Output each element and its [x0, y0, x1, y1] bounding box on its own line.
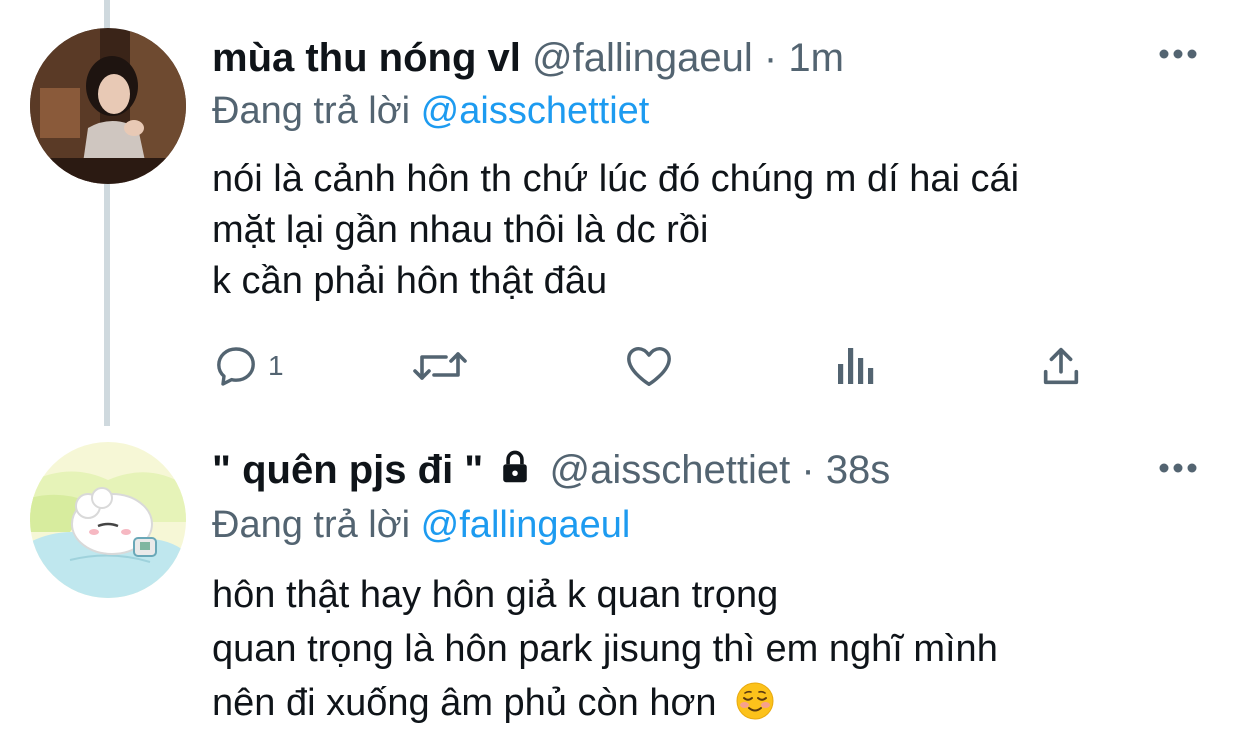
tweet-text-line: nói là cảnh hôn th chứ lúc đó chúng m dí… — [212, 158, 1020, 200]
display-name[interactable]: " quên pjs đi " — [212, 448, 483, 492]
tweet-header: " quên pjs đi " @aisschettiet · 38s — [212, 446, 890, 494]
analytics-button[interactable] — [834, 340, 878, 392]
smiling-face-emoji — [736, 682, 774, 720]
meta-separator: · — [763, 36, 778, 80]
tweet-text-line: nên đi xuống âm phủ còn hơn — [212, 682, 717, 724]
more-icon[interactable] — [1158, 48, 1198, 60]
share-button[interactable] — [1038, 340, 1084, 392]
replying-to: Đang trả lời @fallingaeul — [212, 502, 630, 548]
replying-to-mention[interactable]: @aisschettiet — [421, 90, 650, 132]
replying-to: Đang trả lời @aisschettiet — [212, 88, 649, 134]
lock-icon — [503, 450, 528, 483]
timestamp[interactable]: 1m — [788, 36, 844, 80]
handle[interactable]: @aisschettiet — [550, 448, 791, 492]
like-button[interactable] — [624, 340, 674, 392]
handle[interactable]: @fallingaeul — [532, 36, 753, 80]
tweet[interactable]: mùa thu nóng vl @fallingaeul · 1m Đang t… — [0, 0, 1242, 430]
analytics-icon — [838, 348, 874, 384]
tweet-text-line: mặt lại gần nhau thôi là dc rồi — [212, 209, 709, 251]
tweet-actions: 1 — [212, 340, 1092, 392]
tweet-text-line: quan trọng là hôn park jisung thì em ngh… — [212, 628, 998, 670]
share-icon — [1043, 347, 1079, 385]
retweet-icon — [413, 352, 467, 380]
tweet-text-line-with-emoji: nên đi xuống âm phủ còn hơn — [212, 676, 998, 730]
reply-button[interactable]: 1 — [212, 340, 284, 392]
replying-to-label: Đang trả lời — [212, 90, 411, 132]
avatar[interactable] — [30, 442, 186, 598]
photo-avatar-image — [30, 28, 186, 184]
replying-to-label: Đang trả lời — [212, 504, 411, 546]
retweet-button[interactable] — [410, 340, 470, 392]
cartoon-avatar-image — [30, 442, 186, 598]
replying-to-mention[interactable]: @fallingaeul — [421, 504, 631, 546]
tweet-text: hôn thật hay hôn giả k quan trọng quan t… — [212, 568, 998, 730]
tweet-text-line: k cần phải hôn thật đâu — [212, 260, 608, 302]
like-icon — [627, 346, 671, 386]
timestamp[interactable]: 38s — [826, 448, 891, 492]
tweet-header: mùa thu nóng vl @fallingaeul · 1m — [212, 34, 844, 82]
display-name[interactable]: mùa thu nóng vl — [212, 36, 521, 80]
reply-count: 1 — [268, 350, 284, 381]
meta-separator: · — [801, 448, 815, 492]
more-icon[interactable] — [1158, 462, 1198, 474]
reply-icon — [217, 347, 255, 386]
tweet[interactable]: " quên pjs đi " @aisschettiet · 38s Đang… — [0, 430, 1242, 754]
tweet-text-line: hôn thật hay hôn giả k quan trọng — [212, 574, 779, 616]
tweet-text: nói là cảnh hôn th chứ lúc đó chúng m dí… — [212, 154, 1019, 307]
avatar[interactable] — [30, 28, 186, 184]
